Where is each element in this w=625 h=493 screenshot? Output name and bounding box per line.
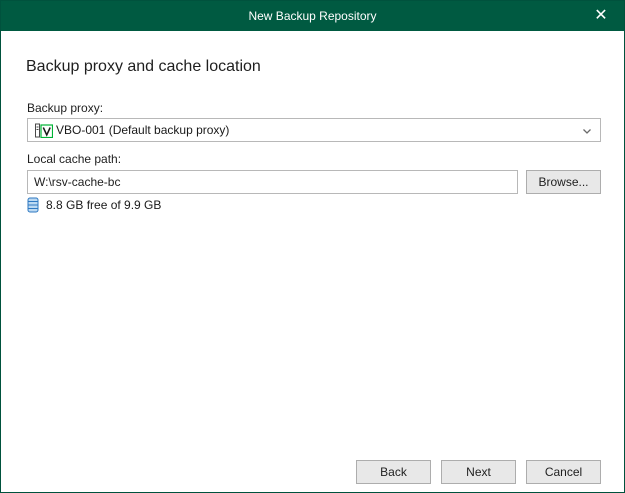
- new-backup-repository-dialog: New Backup Repository ✕ Backup proxy and…: [0, 0, 625, 493]
- window-title: New Backup Repository: [248, 9, 377, 23]
- page-heading: Backup proxy and cache location: [26, 58, 261, 75]
- backup-proxy-label: Backup proxy:: [27, 101, 104, 115]
- browse-button[interactable]: Browse...: [526, 170, 601, 194]
- local-cache-path-label: Local cache path:: [27, 152, 122, 166]
- cancel-button[interactable]: Cancel: [526, 460, 601, 484]
- database-icon: [27, 197, 39, 213]
- backup-proxy-value: VBO-001 (Default backup proxy): [56, 123, 230, 137]
- local-cache-path-input[interactable]: [27, 170, 518, 194]
- free-space-text: 8.8 GB free of 9.9 GB: [46, 198, 162, 212]
- back-button[interactable]: Back: [356, 460, 431, 484]
- veeam-proxy-icon: [35, 123, 53, 138]
- next-button[interactable]: Next: [441, 460, 516, 484]
- close-icon[interactable]: ✕: [592, 7, 610, 25]
- backup-proxy-select[interactable]: VBO-001 (Default backup proxy): [27, 118, 601, 142]
- chevron-down-icon[interactable]: [581, 125, 593, 137]
- title-bar: New Backup Repository ✕: [1, 1, 624, 31]
